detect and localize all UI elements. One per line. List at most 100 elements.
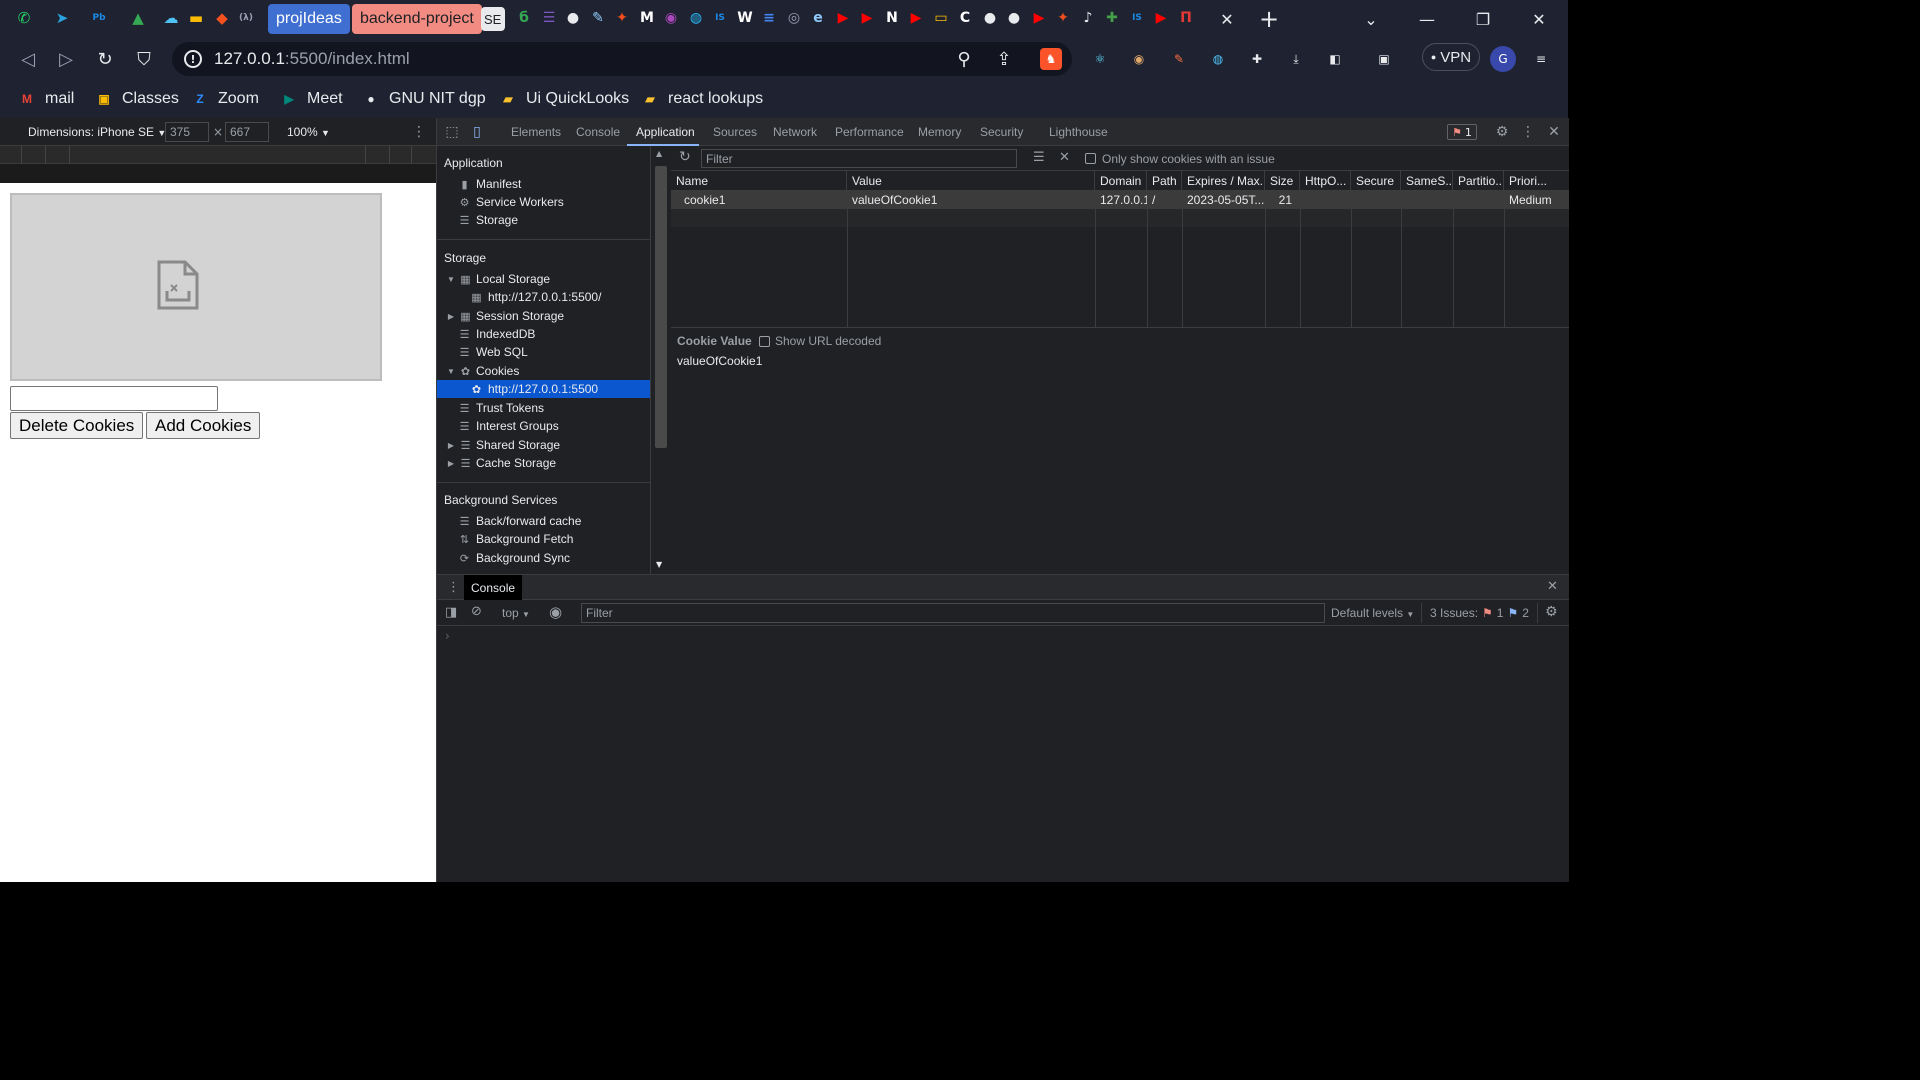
bookmark-classes[interactable]: ▣ Classes bbox=[94, 87, 179, 111]
tab-projideas[interactable]: projIdeas bbox=[268, 4, 350, 34]
diamond-icon[interactable]: ◆ bbox=[212, 8, 232, 28]
share-icon[interactable]: ⇪ bbox=[992, 47, 1016, 71]
column-header[interactable]: Expires / Max... bbox=[1182, 171, 1265, 191]
bookmark-react-lookups[interactable]: ▰ react lookups bbox=[640, 87, 763, 111]
device-dimensions-select[interactable]: Dimensions: iPhone SE ▼ bbox=[28, 125, 166, 139]
github-icon[interactable]: ● bbox=[563, 8, 583, 28]
sidebar-item-manifest[interactable]: ▮ Manifest bbox=[437, 175, 650, 193]
expanded-arrow-icon[interactable]: ▼ bbox=[446, 275, 456, 284]
plus-green-icon[interactable]: ✚ bbox=[1102, 8, 1122, 28]
sidebar-item-indexeddb[interactable]: ☰ IndexedDB bbox=[437, 325, 650, 343]
edge-icon[interactable]: e bbox=[808, 8, 828, 28]
github-icon-3[interactable]: ● bbox=[1004, 8, 1024, 28]
refresh-icon[interactable]: ↻ bbox=[679, 149, 691, 165]
column-header[interactable]: Size bbox=[1265, 171, 1300, 191]
forms-icon[interactable]: ☰ bbox=[539, 8, 559, 28]
cell-expires[interactable]: 2023-05-05T... bbox=[1182, 191, 1265, 209]
lambda-icon[interactable]: (λ) bbox=[236, 8, 256, 28]
color-picker-icon[interactable]: ✎ bbox=[1168, 48, 1190, 70]
tab-search-icon[interactable]: ⌄ bbox=[1356, 6, 1386, 32]
scroll-up-icon[interactable]: ▲ bbox=[656, 149, 662, 158]
inspect-element-icon[interactable]: ⬚ bbox=[443, 123, 461, 141]
tab-security[interactable]: Security bbox=[980, 118, 1023, 146]
cookie-filter-input[interactable] bbox=[701, 149, 1017, 168]
sidebar-item-trust-tokens[interactable]: ☰ Trust Tokens bbox=[437, 399, 650, 417]
url-text[interactable]: 127.0.0.1:5500/index.html bbox=[214, 49, 410, 69]
is-icon-2[interactable]: IS bbox=[1127, 8, 1147, 28]
column-header[interactable]: Path bbox=[1147, 171, 1182, 191]
live-expression-eye-icon[interactable]: ◉ bbox=[549, 603, 562, 621]
minimize-icon[interactable]: — bbox=[1412, 6, 1442, 32]
sidebar-item-session-storage[interactable]: ▶ ▦ Session Storage bbox=[437, 307, 650, 325]
column-header[interactable]: Name bbox=[671, 171, 847, 191]
column-header[interactable]: Value bbox=[847, 171, 1095, 191]
reload-icon[interactable]: ↻ bbox=[93, 47, 117, 71]
sidebar-item-cookies-origin[interactable]: ✿ http://127.0.0.1:5500 bbox=[437, 380, 650, 398]
slides-icon[interactable]: ▭ bbox=[931, 8, 951, 28]
bookmark-ui-quicklooks[interactable]: ▰ Ui QuickLooks bbox=[498, 87, 629, 111]
figma-icon-2[interactable]: ✦ bbox=[1053, 8, 1073, 28]
cell-secure[interactable] bbox=[1351, 191, 1401, 209]
console-sidebar-icon[interactable]: ◨ bbox=[445, 605, 457, 620]
device-height-input[interactable] bbox=[225, 122, 269, 142]
sidebar-item-web-sql[interactable]: ☰ Web SQL bbox=[437, 343, 650, 361]
add-cookies-button[interactable]: Add Cookies bbox=[146, 412, 261, 439]
clear-filtered-icon[interactable]: ☰ bbox=[1033, 150, 1045, 165]
brave-shield-icon[interactable]: ♞ bbox=[1040, 48, 1062, 70]
bookmark-meet[interactable]: ▶ Meet bbox=[279, 87, 342, 111]
whatsapp-icon[interactable]: ✆ bbox=[14, 8, 34, 28]
youtube-icon-5[interactable]: ▶ bbox=[1151, 8, 1171, 28]
pwskills-icon[interactable]: Pb bbox=[89, 8, 109, 28]
sidebar-item-back-forward-cache[interactable]: ☰ Back/forward cache bbox=[437, 512, 650, 530]
back-icon[interactable]: ◁ bbox=[16, 47, 40, 71]
codechef-icon[interactable]: C bbox=[955, 8, 975, 28]
leetcode-icon[interactable]: б bbox=[514, 8, 534, 28]
tab-lighthouse[interactable]: Lighthouse bbox=[1049, 118, 1108, 146]
bookmark-gnu-nit-dgp[interactable]: ● GNU NIT dgp bbox=[361, 87, 485, 111]
youtube-icon-1[interactable]: ▶ bbox=[833, 8, 853, 28]
sidebar-toggle-icon[interactable]: ◧ bbox=[1324, 48, 1346, 70]
sidebar-scrollbar[interactable]: ▲ ▼ bbox=[651, 146, 671, 574]
vpn-button[interactable]: ● VPN bbox=[1422, 43, 1480, 71]
forward-icon[interactable]: ▷ bbox=[54, 47, 78, 71]
bookmark-mail[interactable]: Mmail bbox=[17, 87, 74, 111]
collapsed-arrow-icon[interactable]: ▶ bbox=[446, 312, 456, 321]
sidebar-item-service-workers[interactable]: ⚙ Service Workers bbox=[437, 193, 650, 211]
notion-icon[interactable]: N bbox=[882, 8, 902, 28]
sidebar-item-storage[interactable]: ☰ Storage bbox=[437, 211, 650, 229]
drawer-close-icon[interactable]: ✕ bbox=[1547, 579, 1558, 594]
restore-icon[interactable]: ❐ bbox=[1468, 6, 1498, 32]
drawer-tab-console[interactable]: Console bbox=[464, 575, 523, 600]
globe-blue-icon[interactable]: ◍ bbox=[686, 8, 706, 28]
device-more-icon[interactable]: ⋮ bbox=[412, 124, 426, 140]
scroll-thumb[interactable] bbox=[655, 166, 667, 448]
sidebar-item-background-sync[interactable]: ⟳ Background Sync bbox=[437, 549, 650, 567]
tab-se[interactable]: SE bbox=[481, 7, 505, 31]
close-tab-icon[interactable]: ✕ bbox=[1215, 7, 1239, 31]
sidebar-item-interest-groups[interactable]: ☰ Interest Groups bbox=[437, 417, 650, 435]
device-width-input[interactable] bbox=[165, 122, 209, 142]
devtools-close-icon[interactable]: ✕ bbox=[1545, 123, 1563, 141]
cell-name[interactable]: cookie1 bbox=[671, 191, 847, 209]
expanded-arrow-icon[interactable]: ▼ bbox=[446, 367, 456, 376]
address-bar[interactable]: ! 127.0.0.1:5500/index.html ⚲ ⇪ bbox=[172, 42, 1072, 76]
issues-badge[interactable]: ⚑ 1 bbox=[1447, 124, 1477, 140]
google-drive-icon[interactable]: ▲ bbox=[128, 8, 148, 28]
is-icon[interactable]: IS bbox=[710, 8, 730, 28]
tab-console[interactable]: Console bbox=[576, 118, 620, 146]
context-select[interactable]: top ▼ bbox=[502, 606, 530, 620]
tab-performance[interactable]: Performance bbox=[835, 118, 904, 146]
tab-application[interactable]: Application bbox=[636, 118, 695, 146]
docs-icon[interactable]: ≡ bbox=[759, 8, 779, 28]
sidebar-item-cookies[interactable]: ▼ ✿ Cookies bbox=[437, 362, 650, 380]
sidebar-item-background-fetch[interactable]: ⇅ Background Fetch bbox=[437, 530, 650, 548]
cookie-input[interactable] bbox=[10, 386, 218, 411]
wallet-icon[interactable]: ▣ bbox=[1373, 48, 1395, 70]
collapsed-arrow-icon[interactable]: ▶ bbox=[446, 459, 456, 468]
bookmark-zoom[interactable]: Z Zoom bbox=[190, 87, 259, 111]
menu-icon[interactable]: ≡ bbox=[1530, 48, 1552, 70]
telegram-icon[interactable]: ➤ bbox=[52, 8, 72, 28]
globe-icon[interactable]: ◎ bbox=[784, 8, 804, 28]
tab-elements[interactable]: Elements bbox=[511, 118, 561, 146]
console-settings-gear-icon[interactable]: ⚙ bbox=[1545, 604, 1558, 620]
